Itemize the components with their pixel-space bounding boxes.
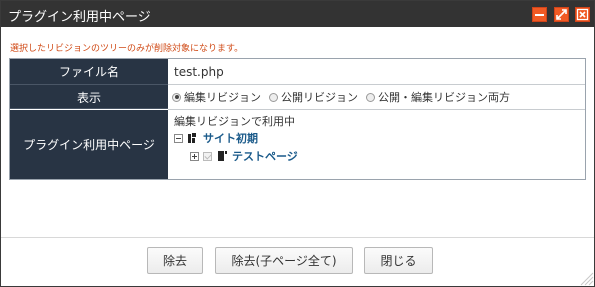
tree-link-test-page[interactable]: テストページ xyxy=(232,148,298,164)
row-divider xyxy=(168,84,585,85)
row-divider xyxy=(168,109,585,110)
page-icon xyxy=(218,151,227,161)
minimize-icon[interactable] xyxy=(532,7,547,22)
display-radio-group: 編集リビジョン 公開リビジョン 公開・編集リビジョン両方 xyxy=(172,89,518,105)
close-icon[interactable] xyxy=(575,7,590,22)
radio-button[interactable] xyxy=(172,92,181,102)
footer-divider xyxy=(1,237,594,238)
radio-edit-revision[interactable]: 編集リビジョン xyxy=(172,89,261,105)
notice-text: 選択したリビジョンのツリーのみが削除対象になります。 xyxy=(10,44,244,54)
display-label: 表示 xyxy=(10,85,168,109)
radio-public-revision[interactable]: 公開リビジョン xyxy=(269,89,358,105)
resize-grip-icon[interactable] xyxy=(576,268,594,286)
maximize-icon[interactable] xyxy=(554,7,569,22)
radio-button[interactable] xyxy=(269,92,278,102)
tree-node-child: テストページ xyxy=(190,148,298,164)
tree-link-site[interactable]: サイト初期 xyxy=(203,130,258,146)
collapse-icon[interactable] xyxy=(174,133,183,143)
page-checkbox[interactable] xyxy=(203,151,212,161)
dialog-title: プラグイン利用中ページ xyxy=(8,10,151,25)
filename-value: test.php xyxy=(174,65,224,79)
remove-all-children-button[interactable]: 除去(子ページ全て) xyxy=(215,247,353,274)
radio-button[interactable] xyxy=(366,92,375,102)
dialog: プラグイン利用中ページ 選択したリビジョンのツリーのみが削除対象になります。 フ… xyxy=(0,0,595,287)
radio-both-revisions[interactable]: 公開・編集リビジョン両方 xyxy=(366,89,510,105)
filename-label: ファイル名 xyxy=(10,59,168,85)
site-folder-icon xyxy=(188,133,196,143)
remove-button[interactable]: 除去 xyxy=(147,247,203,274)
radio-label: 編集リビジョン xyxy=(184,91,261,104)
plugin-pages-label: プラグイン利用中ページ xyxy=(10,110,168,179)
info-table: ファイル名 表示 プラグイン利用中ページ test.php 編集リビジョン 公開… xyxy=(9,58,586,180)
usage-text: 編集リビジョンで利用中 xyxy=(174,115,295,128)
title-bar[interactable]: プラグイン利用中ページ xyxy=(1,1,594,27)
close-button[interactable]: 閉じる xyxy=(364,247,433,274)
radio-label: 公開・編集リビジョン両方 xyxy=(378,91,510,104)
tree-node-root: サイト初期 xyxy=(174,130,258,146)
expand-icon[interactable] xyxy=(190,151,199,161)
radio-label: 公開リビジョン xyxy=(281,91,358,104)
